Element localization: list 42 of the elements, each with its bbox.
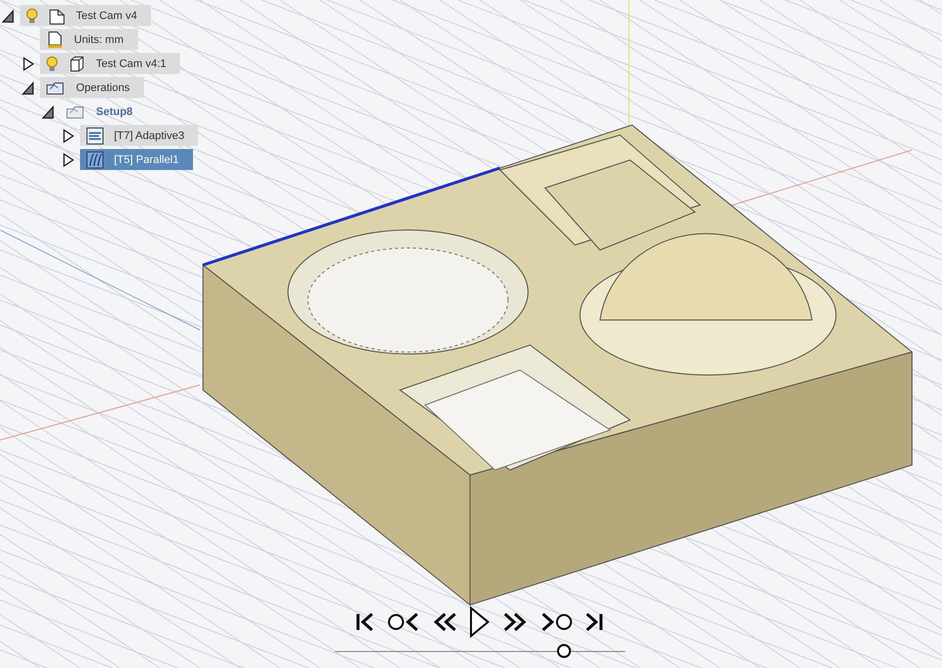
lightbulb-icon[interactable] (46, 56, 58, 72)
collapse-triangle-icon[interactable] (42, 104, 54, 118)
forward-button[interactable] (501, 611, 529, 633)
fast-forward-icon (501, 611, 529, 633)
timeline-thumb[interactable] (557, 644, 572, 658)
tree-item-label: Operations (76, 82, 130, 94)
tree-item[interactable]: Test Cam v4 (20, 5, 152, 26)
rewind-icon (431, 611, 459, 633)
folder-icon (46, 80, 66, 96)
tree-item[interactable]: [T5] Parallel1 (80, 149, 193, 170)
tree-item-label: [T7] Adaptive3 (114, 130, 184, 142)
expand-triangle-icon[interactable] (22, 56, 34, 70)
play-icon (469, 606, 491, 638)
play-button[interactable] (469, 606, 491, 638)
tree-item[interactable]: Test Cam v4:1 (40, 53, 180, 74)
previous-button[interactable] (387, 611, 421, 633)
next-button[interactable] (539, 611, 573, 633)
expand-triangle-icon[interactable] (62, 152, 74, 166)
tree-item[interactable]: Operations (40, 77, 144, 98)
tree-item[interactable]: [T7] Adaptive3 (80, 125, 198, 146)
ruler-icon (46, 30, 64, 48)
expand-triangle-icon[interactable] (62, 128, 74, 142)
tree-item[interactable]: Units: mm (40, 29, 138, 50)
collapse-triangle-icon[interactable] (22, 80, 34, 94)
document-icon (48, 6, 66, 24)
toolpath-icon (86, 150, 104, 168)
tree-item-label: Units: mm (74, 34, 124, 46)
tree-item[interactable]: Setup8 (60, 101, 147, 122)
collapse-triangle-icon[interactable] (2, 8, 14, 22)
step-back-icon (387, 611, 421, 633)
back-button[interactable] (431, 611, 459, 633)
tree-item-label: Setup8 (96, 106, 133, 118)
folder-icon (66, 104, 86, 120)
cube-icon (68, 54, 86, 72)
tree-item-label: Test Cam v4:1 (96, 58, 166, 70)
skip-to-end-icon (583, 611, 605, 633)
last-button[interactable] (583, 611, 605, 633)
step-forward-icon (539, 611, 573, 633)
lightbulb-icon[interactable] (26, 8, 38, 24)
tree-item-label: Test Cam v4 (76, 10, 138, 22)
tree-item-label: [T5] Parallel1 (114, 154, 179, 166)
toolpath-icon (86, 126, 104, 144)
